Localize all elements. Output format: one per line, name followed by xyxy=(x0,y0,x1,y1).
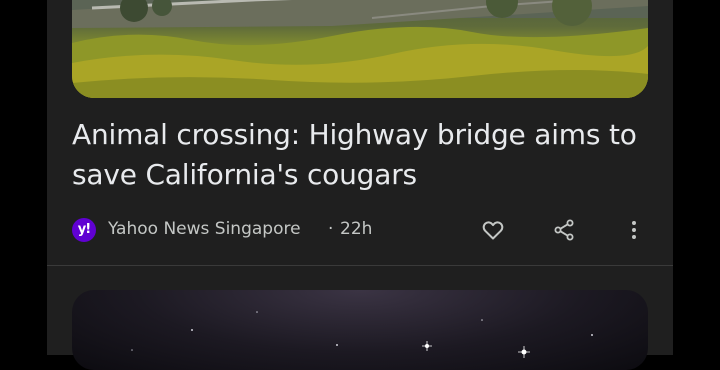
source-name[interactable]: Yahoo News Singapore xyxy=(108,219,301,239)
share-button[interactable] xyxy=(548,216,580,244)
publish-time: 22h xyxy=(340,219,373,239)
card-divider xyxy=(47,265,673,266)
heart-outline-icon xyxy=(482,221,504,240)
news-feed: Animal crossing: Highway bridge aims to … xyxy=(47,0,673,370)
article-meta: y! Yahoo News Singapore · 22h xyxy=(72,216,648,244)
next-article-image[interactable] xyxy=(72,290,648,370)
like-button[interactable] xyxy=(477,216,509,244)
article-image-art xyxy=(72,0,648,98)
more-options-button[interactable] xyxy=(618,216,650,244)
article-card[interactable]: Animal crossing: Highway bridge aims to … xyxy=(47,0,673,265)
starfield-art xyxy=(131,311,593,358)
share-icon xyxy=(554,219,574,241)
yahoo-logo-icon: y! xyxy=(72,218,96,242)
article-image[interactable] xyxy=(72,0,648,98)
article-headline[interactable]: Animal crossing: Highway bridge aims to … xyxy=(72,115,652,195)
meta-separator: · xyxy=(328,219,334,239)
more-vertical-icon xyxy=(632,221,636,239)
